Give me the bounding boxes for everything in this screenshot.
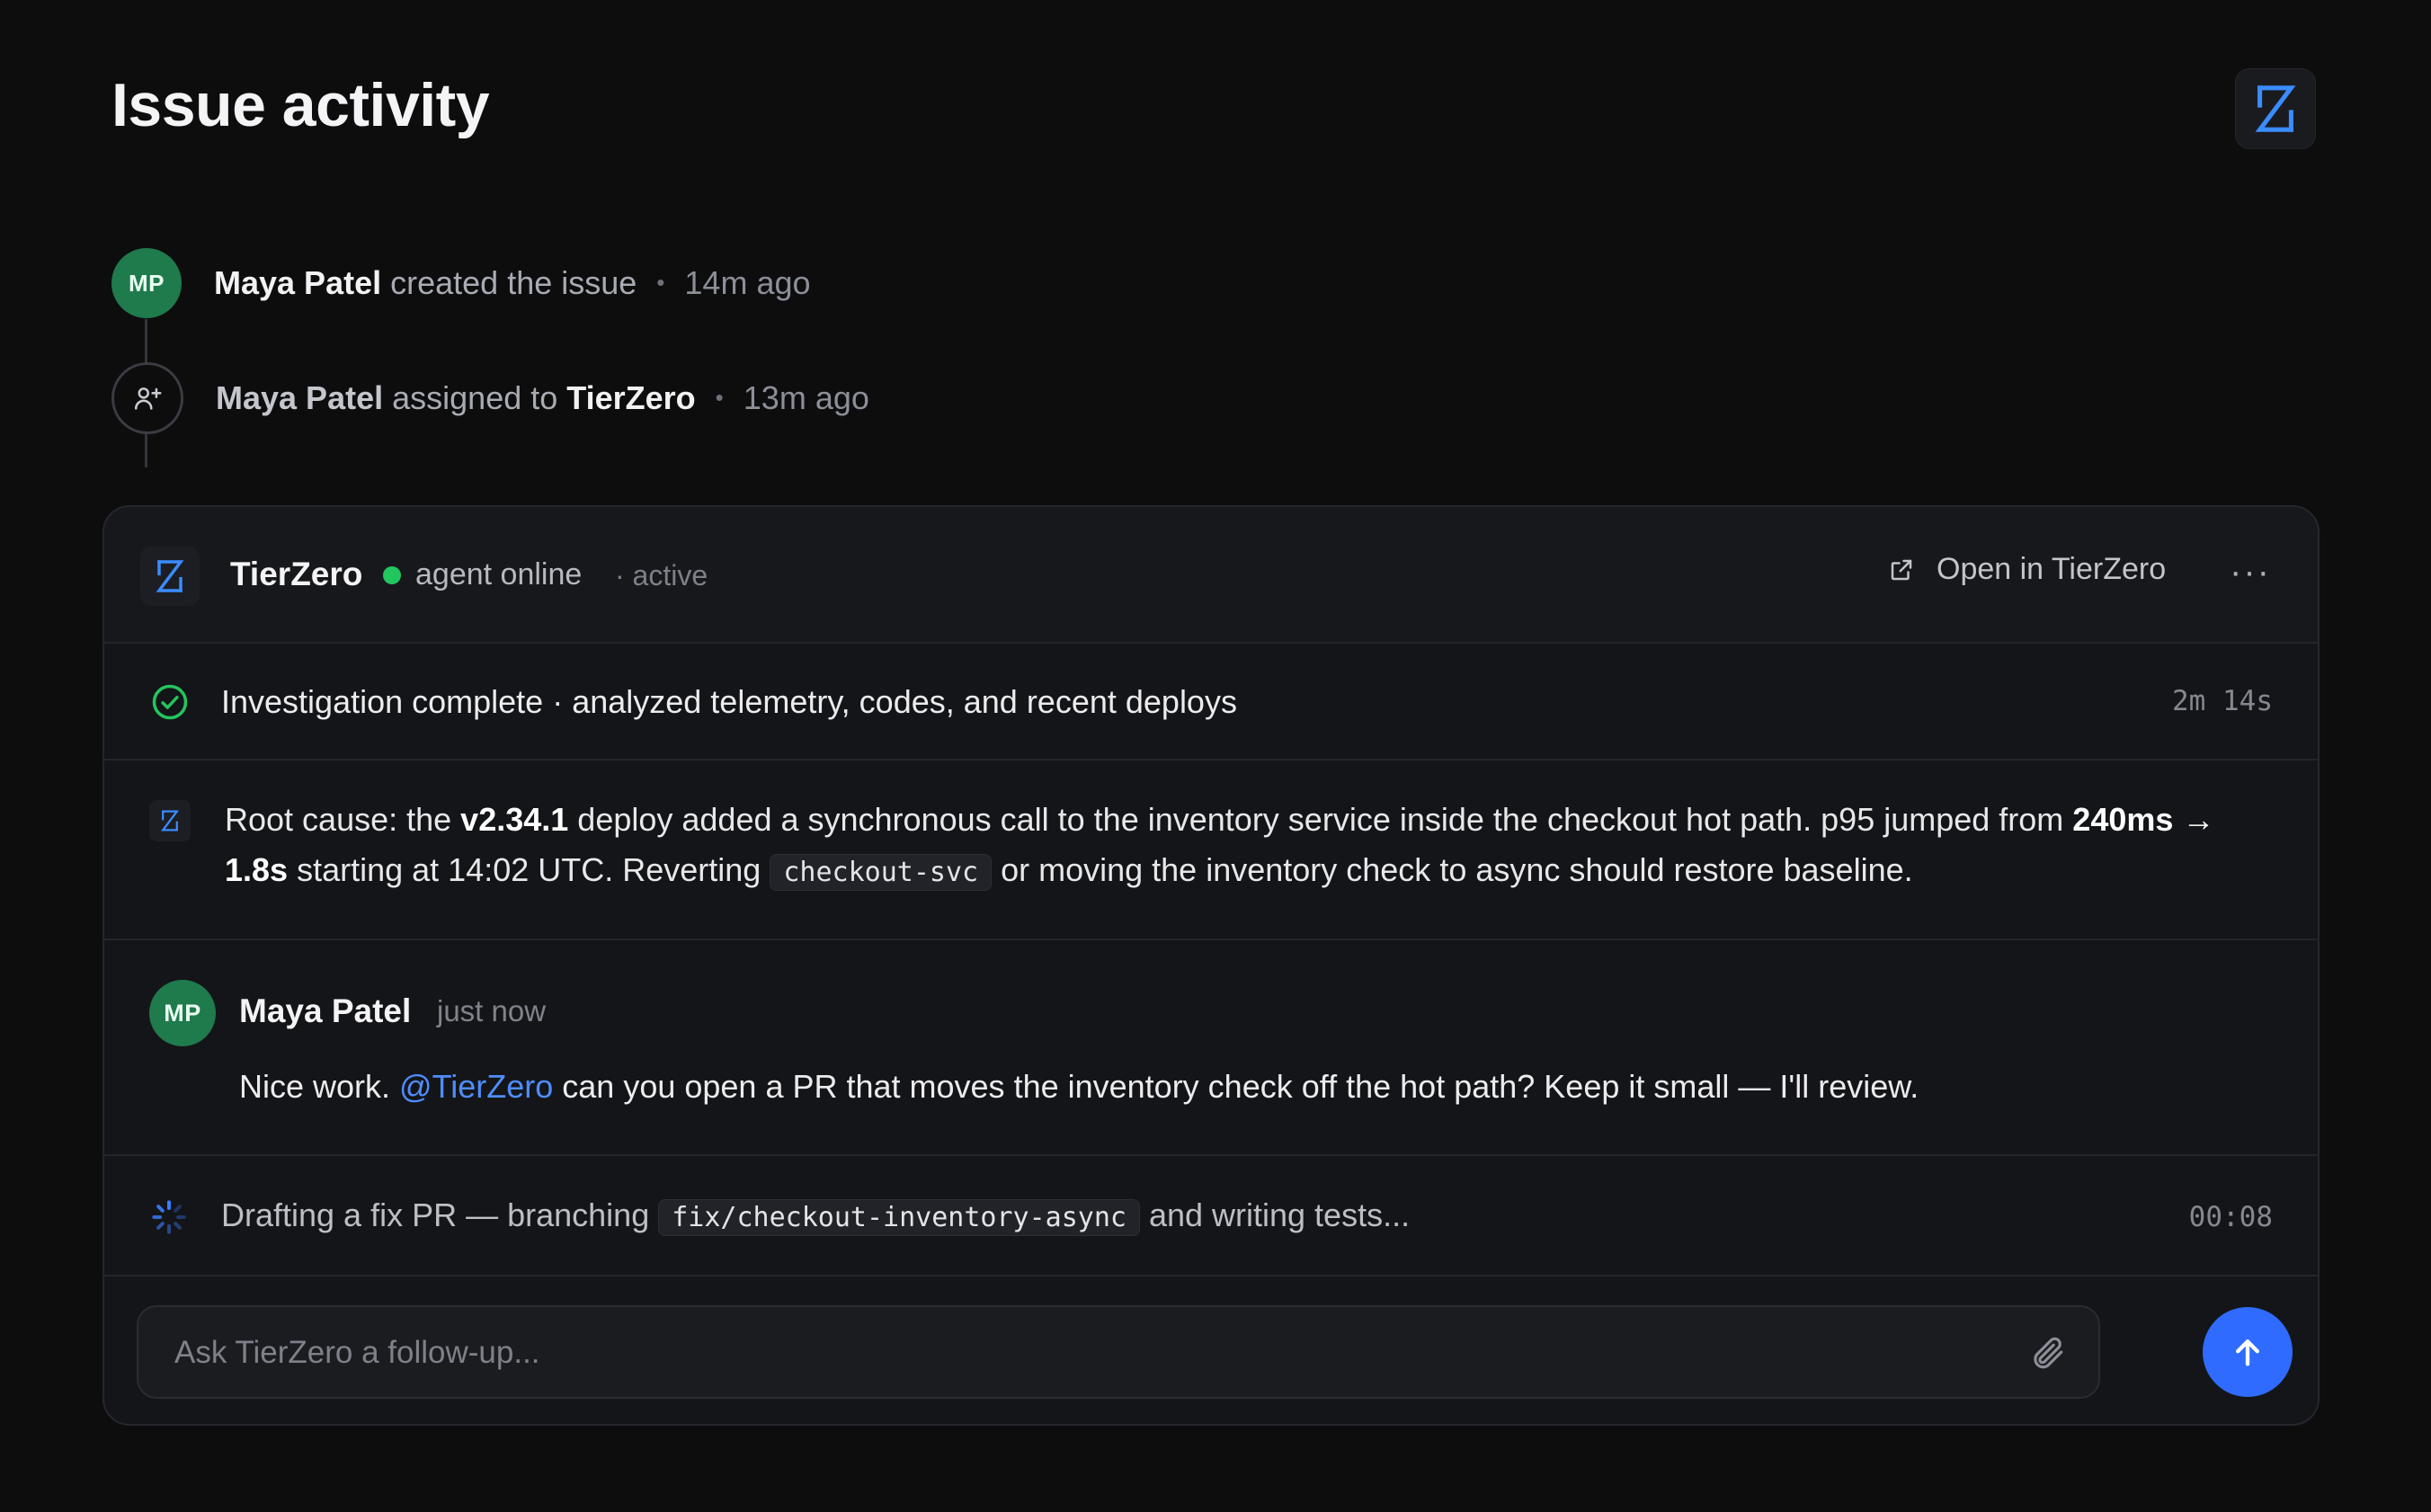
- page-title: Issue activity: [111, 71, 490, 139]
- spinner-icon: [152, 1200, 186, 1234]
- timeline-item-assigned: Maya Patel assigned to TierZero • 13m ago: [111, 362, 869, 434]
- composer: [104, 1276, 2318, 1424]
- investigation-row: Investigation complete · analyzed teleme…: [104, 644, 2318, 760]
- agent-logo: [149, 800, 191, 841]
- agent-name: TierZero: [230, 556, 363, 592]
- root-cause-text: Root cause: the v2.34.1 deploy added a s…: [225, 795, 2257, 898]
- agent-status: agent online: [415, 557, 583, 591]
- comment-time: just now: [437, 994, 547, 1027]
- comment-body: Nice work. @TierZero can you open a PR t…: [239, 1068, 1919, 1105]
- agent-card: TierZero agent online · active Open in T…: [102, 505, 2320, 1426]
- send-button[interactable]: [2203, 1307, 2293, 1397]
- tierzero-logo-icon: [160, 810, 180, 832]
- avatar: MP: [149, 980, 216, 1046]
- agent-logo: [140, 547, 200, 606]
- online-status-dot: [383, 566, 401, 584]
- branch-code: fix/checkout-inventory-async: [658, 1199, 1140, 1236]
- service-code: checkout-svc: [770, 854, 993, 891]
- paperclip-icon[interactable]: [2028, 1334, 2066, 1372]
- timeline-text: Maya Patel created the issue • 14m ago: [214, 264, 811, 301]
- drafting-row: Drafting a fix PR — branching fix/checko…: [104, 1156, 2318, 1276]
- drafting-text: Drafting a fix PR — branching fix/checko…: [221, 1190, 1410, 1243]
- more-options-icon[interactable]: ···: [2230, 552, 2271, 592]
- investigation-summary: Investigation complete · analyzed teleme…: [221, 683, 1237, 720]
- timeline-text: Maya Patel assigned to TierZero • 13m ago: [216, 379, 869, 416]
- agent-state: · active: [615, 559, 708, 591]
- follow-up-input[interactable]: [173, 1307, 1974, 1399]
- comment: MP Maya Patel just now Nice work. @TierZ…: [104, 940, 2318, 1156]
- tierzero-logo-button[interactable]: [2235, 68, 2316, 149]
- assign-icon-circle: [111, 362, 183, 434]
- comment-author: Maya Patel: [239, 992, 412, 1029]
- root-cause-row: Root cause: the v2.34.1 deploy added a s…: [104, 760, 2318, 940]
- agent-card-header: TierZero agent online · active Open in T…: [104, 507, 2318, 644]
- investigation-duration: 2m 14s: [2172, 685, 2273, 717]
- timeline-item-created: MP Maya Patel created the issue • 14m ago: [111, 247, 811, 319]
- user-plus-icon: [134, 387, 162, 410]
- tierzero-logo-icon: [156, 560, 184, 592]
- external-link-icon: [1891, 559, 1912, 580]
- avatar: MP: [111, 248, 182, 318]
- mention-link[interactable]: @TierZero: [399, 1068, 553, 1105]
- tierzero-logo-icon: [2255, 85, 2296, 132]
- drafting-elapsed: 00:08: [2188, 1201, 2273, 1233]
- follow-up-input-box: [137, 1305, 2100, 1399]
- check-circle-icon: [152, 684, 188, 720]
- arrow-up-icon: [2236, 1339, 2259, 1366]
- open-in-tierzero-button[interactable]: Open in TierZero: [1888, 552, 2166, 587]
